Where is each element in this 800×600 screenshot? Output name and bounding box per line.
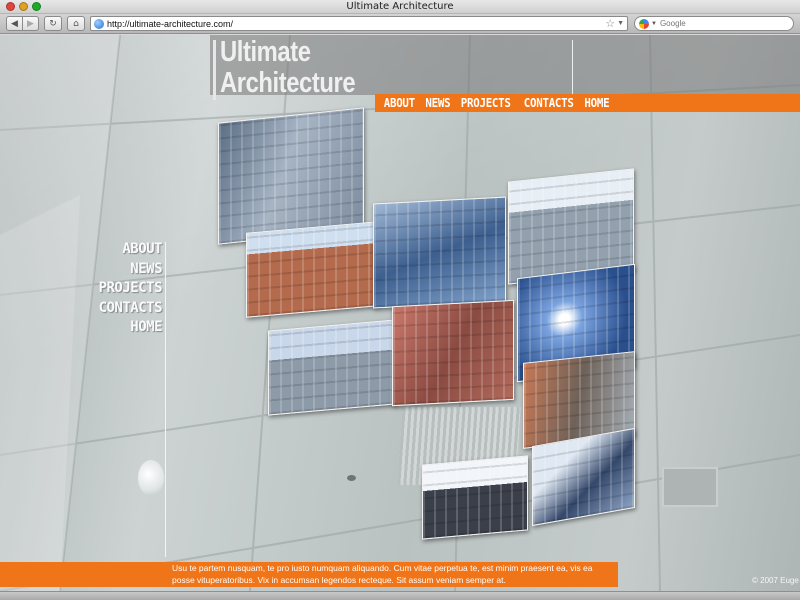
search-engine-dropdown-icon[interactable]: ▼ — [651, 21, 657, 27]
building-facade — [247, 222, 377, 317]
footer-text: Usu te partem nusquam, te pro iusto numq… — [172, 563, 593, 585]
topnav-contacts-link[interactable]: CONTACTS — [524, 96, 574, 110]
building-facade — [393, 300, 513, 406]
side-navigation: ABOUT NEWS PROJECTS CONTACTS HOME — [60, 240, 163, 338]
ceiling-lamp — [138, 460, 164, 496]
gallery-tile[interactable] — [373, 196, 506, 309]
search-input[interactable] — [659, 19, 780, 28]
window-titlebar: Ultimate Architecture — [0, 0, 800, 14]
topnav-about-link[interactable]: ABOUT — [384, 96, 415, 110]
forward-arrow-icon: ▶ — [27, 18, 34, 29]
building-facade — [533, 429, 634, 525]
google-icon — [639, 18, 649, 29]
reload-icon: ↻ — [49, 18, 57, 29]
copyright-text: © 2007 Euge — [752, 576, 799, 585]
building-facade — [219, 108, 363, 244]
sidenav-home-link[interactable]: HOME — [60, 318, 162, 338]
side-divider — [165, 242, 166, 557]
building-facade — [374, 197, 505, 308]
header-divider — [572, 40, 573, 97]
logo-line-1: Ultimate — [220, 36, 311, 68]
back-arrow-icon: ◀ — [11, 18, 18, 29]
browser-toolbar: ◀ ▶ ↻ ⌂ http://ultimate-architecture.com… — [0, 14, 800, 34]
bookmark-star-icon[interactable]: ☆ — [605, 17, 615, 30]
back-button[interactable]: ◀ — [6, 16, 23, 31]
reload-button[interactable]: ↻ — [44, 16, 62, 31]
address-bar[interactable]: http://ultimate-architecture.com/ ☆ ▼ — [90, 16, 628, 31]
building-facade — [423, 456, 527, 539]
url-text[interactable]: http://ultimate-architecture.com/ — [107, 19, 605, 29]
window-title: Ultimate Architecture — [346, 1, 454, 12]
sidenav-news-link[interactable]: NEWS — [60, 260, 162, 280]
url-dropdown-icon[interactable]: ▼ — [617, 20, 624, 27]
sidenav-about-link[interactable]: ABOUT — [60, 240, 162, 260]
building-facade — [269, 320, 395, 415]
top-navigation: ABOUT NEWS PROJECTS CONTACTS HOME — [375, 94, 800, 112]
search-bar[interactable]: ▼ — [634, 16, 794, 31]
window-bottom-edge — [0, 591, 800, 600]
home-button[interactable]: ⌂ — [67, 16, 85, 31]
gallery-tile[interactable] — [246, 221, 378, 318]
gallery-tile[interactable] — [422, 455, 528, 540]
sidenav-contacts-link[interactable]: CONTACTS — [60, 299, 163, 319]
logo-line-2: Architecture — [220, 67, 356, 99]
topnav-home-link[interactable]: HOME — [585, 96, 610, 110]
ceiling-vent-small — [662, 467, 718, 507]
sidenav-projects-link[interactable]: PROJECTS — [60, 279, 163, 299]
globe-icon — [94, 18, 104, 29]
site-logo[interactable]: Ultimate Architecture — [220, 36, 356, 99]
topnav-news-link[interactable]: NEWS — [425, 96, 450, 110]
home-icon: ⌂ — [73, 18, 79, 29]
page-viewport: Ultimate Architecture ABOUT NEWS PROJECT… — [0, 35, 800, 591]
gallery-tile[interactable] — [268, 319, 396, 416]
ceiling-sprinkler — [347, 475, 356, 481]
gallery-tile[interactable] — [392, 299, 514, 407]
topnav-projects-link[interactable]: PROJECTS — [461, 96, 511, 110]
logo-accent-bar — [213, 40, 216, 100]
forward-button[interactable]: ▶ — [22, 16, 39, 31]
